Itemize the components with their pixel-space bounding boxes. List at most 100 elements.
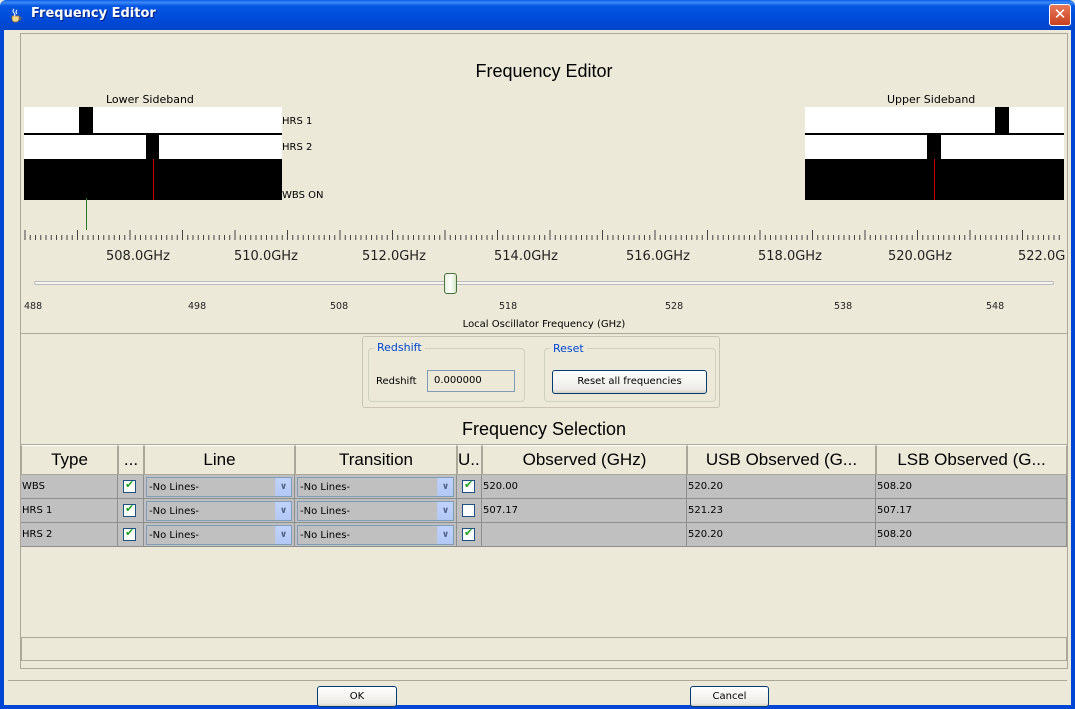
ghz-tick-label: 522.0G xyxy=(1018,249,1066,264)
table-row[interactable]: HRS 2 -No Lines- ∨ -No Lines- ∨ 520.20 508… xyxy=(21,523,1067,547)
lo-tick-label: 488 xyxy=(24,301,43,312)
enabled-checkbox[interactable] xyxy=(123,526,136,541)
enabled-checkbox[interactable] xyxy=(123,502,136,517)
cell-type: HRS 2 xyxy=(21,523,118,547)
cell-usb-observed: 521.23 xyxy=(687,499,876,523)
column-header-usb-observed[interactable]: USB Observed (G... xyxy=(687,445,876,475)
line-combo-value: -No Lines- xyxy=(149,530,200,541)
transition-combo-value: -No Lines- xyxy=(300,530,351,541)
title-bar: Frequency Editor ✕ xyxy=(0,0,1075,30)
band-label-hrs2: HRS 2 xyxy=(282,142,313,153)
lo-tick-label: 538 xyxy=(834,301,853,312)
cell-transition: -No Lines- ∨ xyxy=(295,499,457,523)
cell-enabled xyxy=(118,499,144,523)
chevron-down-icon: ∨ xyxy=(437,502,453,520)
lo-slider-thumb[interactable] xyxy=(444,273,457,294)
transition-combo[interactable]: -No Lines- ∨ xyxy=(297,477,454,497)
column-header-observed[interactable]: Observed (GHz) xyxy=(482,445,687,475)
ghz-tick-label: 512.0GHz xyxy=(362,249,426,264)
lo-tick-label: 498 xyxy=(188,301,207,312)
cell-line: -No Lines- ∨ xyxy=(144,475,295,499)
cell-lsb-observed: 508.20 xyxy=(876,523,1067,547)
band-label-hrs1: HRS 1 xyxy=(282,116,313,127)
ghz-tick-label: 510.0GHz xyxy=(234,249,298,264)
cancel-button[interactable]: Cancel xyxy=(690,686,769,707)
cell-usb xyxy=(457,475,482,499)
cell-enabled xyxy=(118,523,144,547)
separator xyxy=(8,680,1067,681)
cell-observed[interactable]: 520.00 xyxy=(482,475,687,499)
lo-slider-track[interactable] xyxy=(34,281,1054,285)
reset-all-frequencies-button[interactable]: Reset all frequencies xyxy=(552,370,707,394)
line-combo[interactable]: -No Lines- ∨ xyxy=(146,525,292,545)
line-combo-value: -No Lines- xyxy=(149,506,200,517)
cell-usb-observed: 520.20 xyxy=(687,523,876,547)
column-header-transition[interactable]: Transition xyxy=(295,445,457,475)
redshift-group-title: Redshift xyxy=(374,341,425,354)
transition-combo[interactable]: -No Lines- ∨ xyxy=(297,525,454,545)
ghz-tick-label: 508.0GHz xyxy=(106,249,170,264)
column-header-type[interactable]: Type xyxy=(21,445,118,475)
cell-usb xyxy=(457,499,482,523)
column-header-usb[interactable]: U... xyxy=(457,445,482,475)
ghz-tick-label: 518.0GHz xyxy=(758,249,822,264)
ok-button[interactable]: OK xyxy=(317,686,397,707)
frequency-selection-heading: Frequency Selection xyxy=(461,419,627,439)
lo-axis-title: Local Oscillator Frequency (GHz) xyxy=(462,319,626,330)
frequency-ruler xyxy=(24,228,1064,242)
ruler-ticks xyxy=(24,230,1060,240)
table-empty-area xyxy=(21,547,1067,641)
ghz-tick-label: 520.0GHz xyxy=(888,249,952,264)
lo-tick-label: 508 xyxy=(330,301,349,312)
separator xyxy=(21,333,1067,334)
chevron-down-icon: ∨ xyxy=(437,526,453,544)
window-title: Frequency Editor xyxy=(31,6,156,21)
java-cup-icon xyxy=(11,8,22,23)
close-icon: ✕ xyxy=(1053,5,1067,23)
cell-line: -No Lines- ∨ xyxy=(144,523,295,547)
transition-combo[interactable]: -No Lines- ∨ xyxy=(297,501,454,521)
redshift-label: Redshift xyxy=(376,376,417,387)
frequency-editor-heading: Frequency Editor xyxy=(475,61,613,81)
close-button[interactable]: ✕ xyxy=(1049,4,1071,26)
lo-tick-label: 528 xyxy=(665,301,684,312)
column-header-line[interactable]: Line xyxy=(144,445,295,475)
band-label-wbs-on: WBS ON xyxy=(282,190,324,201)
frequency-table: Type ... Line Transition U... Observed (… xyxy=(21,444,1067,641)
table-row[interactable]: HRS 1 -No Lines- ∨ -No Lines- ∨ 507.17 521… xyxy=(21,499,1067,523)
line-combo[interactable]: -No Lines- ∨ xyxy=(146,501,292,521)
line-combo[interactable]: -No Lines- ∨ xyxy=(146,477,292,497)
chevron-down-icon: ∨ xyxy=(275,502,291,520)
cell-enabled xyxy=(118,475,144,499)
table-row[interactable]: WBS -No Lines- ∨ -No Lines- ∨ 520.00 520.2… xyxy=(21,475,1067,499)
column-header-lsb-observed[interactable]: LSB Observed (G... xyxy=(876,445,1067,475)
redshift-input[interactable]: 0.000000 xyxy=(427,370,515,392)
cell-observed[interactable] xyxy=(482,523,687,547)
chevron-down-icon: ∨ xyxy=(275,526,291,544)
enabled-checkbox[interactable] xyxy=(123,478,136,493)
upper-sideband-label: Upper Sideband xyxy=(887,93,976,106)
transition-combo-value: -No Lines- xyxy=(300,482,351,493)
ghz-tick-label: 516.0GHz xyxy=(626,249,690,264)
lo-tick-label: 518 xyxy=(499,301,518,312)
cell-usb-observed: 520.20 xyxy=(687,475,876,499)
lower-sideband-label: Lower Sideband xyxy=(106,93,194,106)
usb-checkbox[interactable] xyxy=(462,478,475,493)
usb-checkbox[interactable] xyxy=(462,504,475,517)
cell-lsb-observed: 507.17 xyxy=(876,499,1067,523)
transition-combo-value: -No Lines- xyxy=(300,506,351,517)
lo-marker xyxy=(86,198,87,230)
cell-observed[interactable]: 507.17 xyxy=(482,499,687,523)
cell-line: -No Lines- ∨ xyxy=(144,499,295,523)
reset-group-title: Reset xyxy=(550,342,587,355)
cell-type: WBS xyxy=(21,475,118,499)
line-combo-value: -No Lines- xyxy=(149,482,200,493)
cell-type: HRS 1 xyxy=(21,499,118,523)
cell-transition: -No Lines- ∨ xyxy=(295,475,457,499)
cell-lsb-observed: 508.20 xyxy=(876,475,1067,499)
lo-tick-label: 548 xyxy=(986,301,1005,312)
cell-usb xyxy=(457,523,482,547)
cell-transition: -No Lines- ∨ xyxy=(295,523,457,547)
usb-checkbox[interactable] xyxy=(462,526,475,541)
column-header-enabled[interactable]: ... xyxy=(118,445,144,475)
